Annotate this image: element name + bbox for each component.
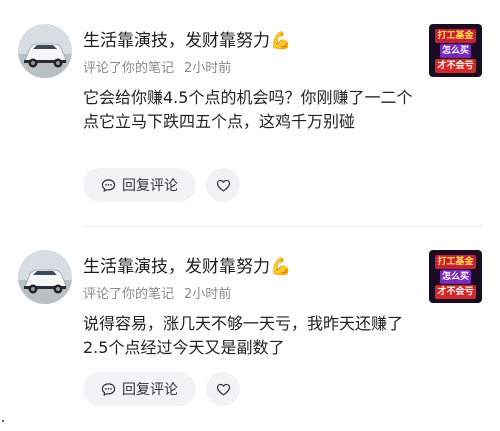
meta-time: 2小时前	[184, 287, 232, 302]
comment-meta: 评论了你的笔记 2小时前	[83, 60, 231, 78]
heart-outline-icon	[216, 179, 230, 192]
username[interactable]: 生活靠演技，发财靠努力💪	[83, 30, 291, 52]
thumb-line-3: 才不会亏	[435, 284, 476, 299]
reply-button-label: 回复评论	[122, 382, 178, 398]
note-thumbnail[interactable]: 打工基金 怎么买 才不会亏	[429, 250, 482, 303]
muscle-emoji-icon: 💪	[270, 31, 292, 51]
comment-meta: 评论了你的笔记 2小时前	[83, 286, 231, 304]
meta-action: 评论了你的笔记	[83, 61, 175, 76]
stray-dot	[2, 420, 4, 422]
like-button[interactable]	[206, 168, 240, 202]
meta-time: 2小时前	[184, 61, 232, 76]
car-avatar-image	[18, 24, 72, 78]
reply-button[interactable]: 回复评论	[83, 168, 196, 202]
thumb-line-2: 怎么买	[439, 43, 471, 58]
heart-outline-icon	[216, 383, 230, 396]
speech-bubble-icon	[101, 382, 116, 396]
avatar[interactable]	[18, 250, 72, 304]
thumb-line-1: 打工基金	[435, 254, 476, 269]
thumb-line-2: 怎么买	[439, 269, 471, 284]
thumb-line-1: 打工基金	[435, 28, 476, 43]
comment-text: 它会给你赚4.5个点的机会吗？你刚赚了一二个点它立马下跌四五个点，这鸡千万别碰	[83, 88, 413, 131]
reply-button[interactable]: 回复评论	[83, 372, 196, 406]
note-thumbnail[interactable]: 打工基金 怎么买 才不会亏	[429, 24, 482, 77]
comment-text: 说得容易，涨几天不够一天亏，我昨天还赚了2.5个点经过今天又是副数了	[83, 314, 404, 357]
meta-action: 评论了你的笔记	[83, 287, 175, 302]
username-text: 生活靠演技，发财靠努力	[83, 257, 270, 277]
like-button[interactable]	[206, 372, 240, 406]
reply-button-label: 回复评论	[122, 178, 178, 194]
username-text: 生活靠演技，发财靠努力	[83, 31, 270, 51]
speech-bubble-icon	[101, 178, 116, 192]
username[interactable]: 生活靠演技，发财靠努力💪	[83, 256, 291, 278]
avatar[interactable]	[18, 24, 72, 78]
muscle-emoji-icon: 💪	[270, 257, 292, 277]
car-avatar-image	[18, 250, 72, 304]
divider	[83, 226, 482, 227]
thumb-line-3: 才不会亏	[435, 58, 476, 73]
